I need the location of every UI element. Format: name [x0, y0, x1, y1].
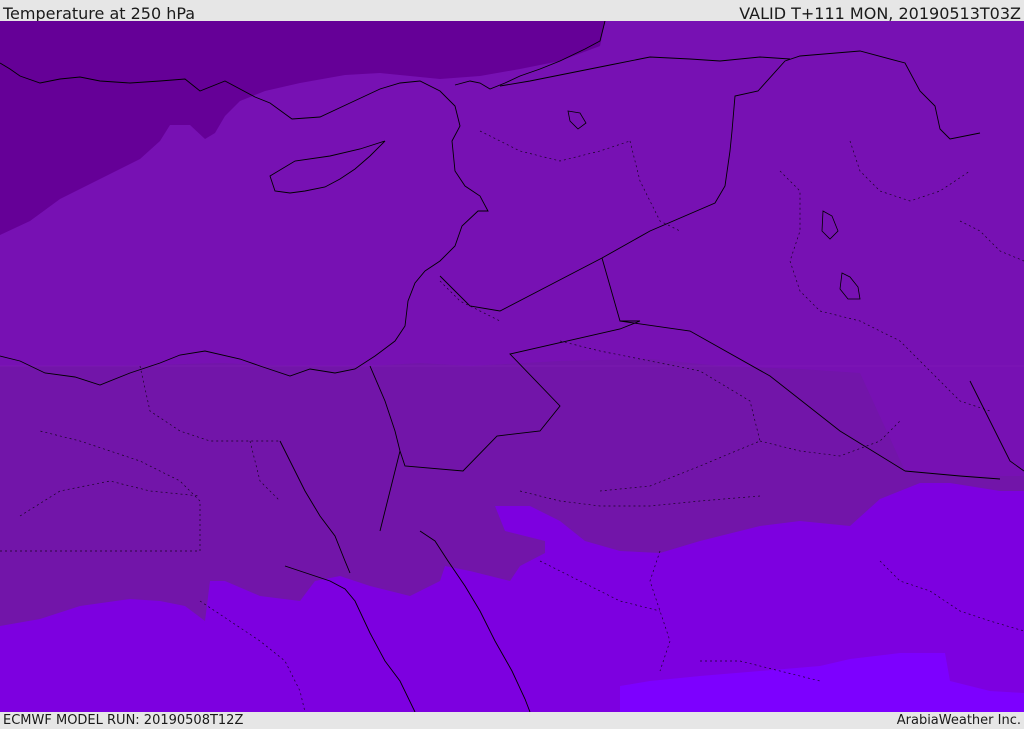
- temperature-map: [0, 21, 1024, 712]
- header-bar: Temperature at 250 hPa VALID T+111 MON, …: [0, 0, 1024, 23]
- footer-bar: ECMWF MODEL RUN: 20190508T12Z ArabiaWeat…: [0, 712, 1024, 729]
- model-run: ECMWF MODEL RUN: 20190508T12Z: [3, 713, 244, 728]
- brand-label: ArabiaWeather Inc.: [896, 713, 1021, 728]
